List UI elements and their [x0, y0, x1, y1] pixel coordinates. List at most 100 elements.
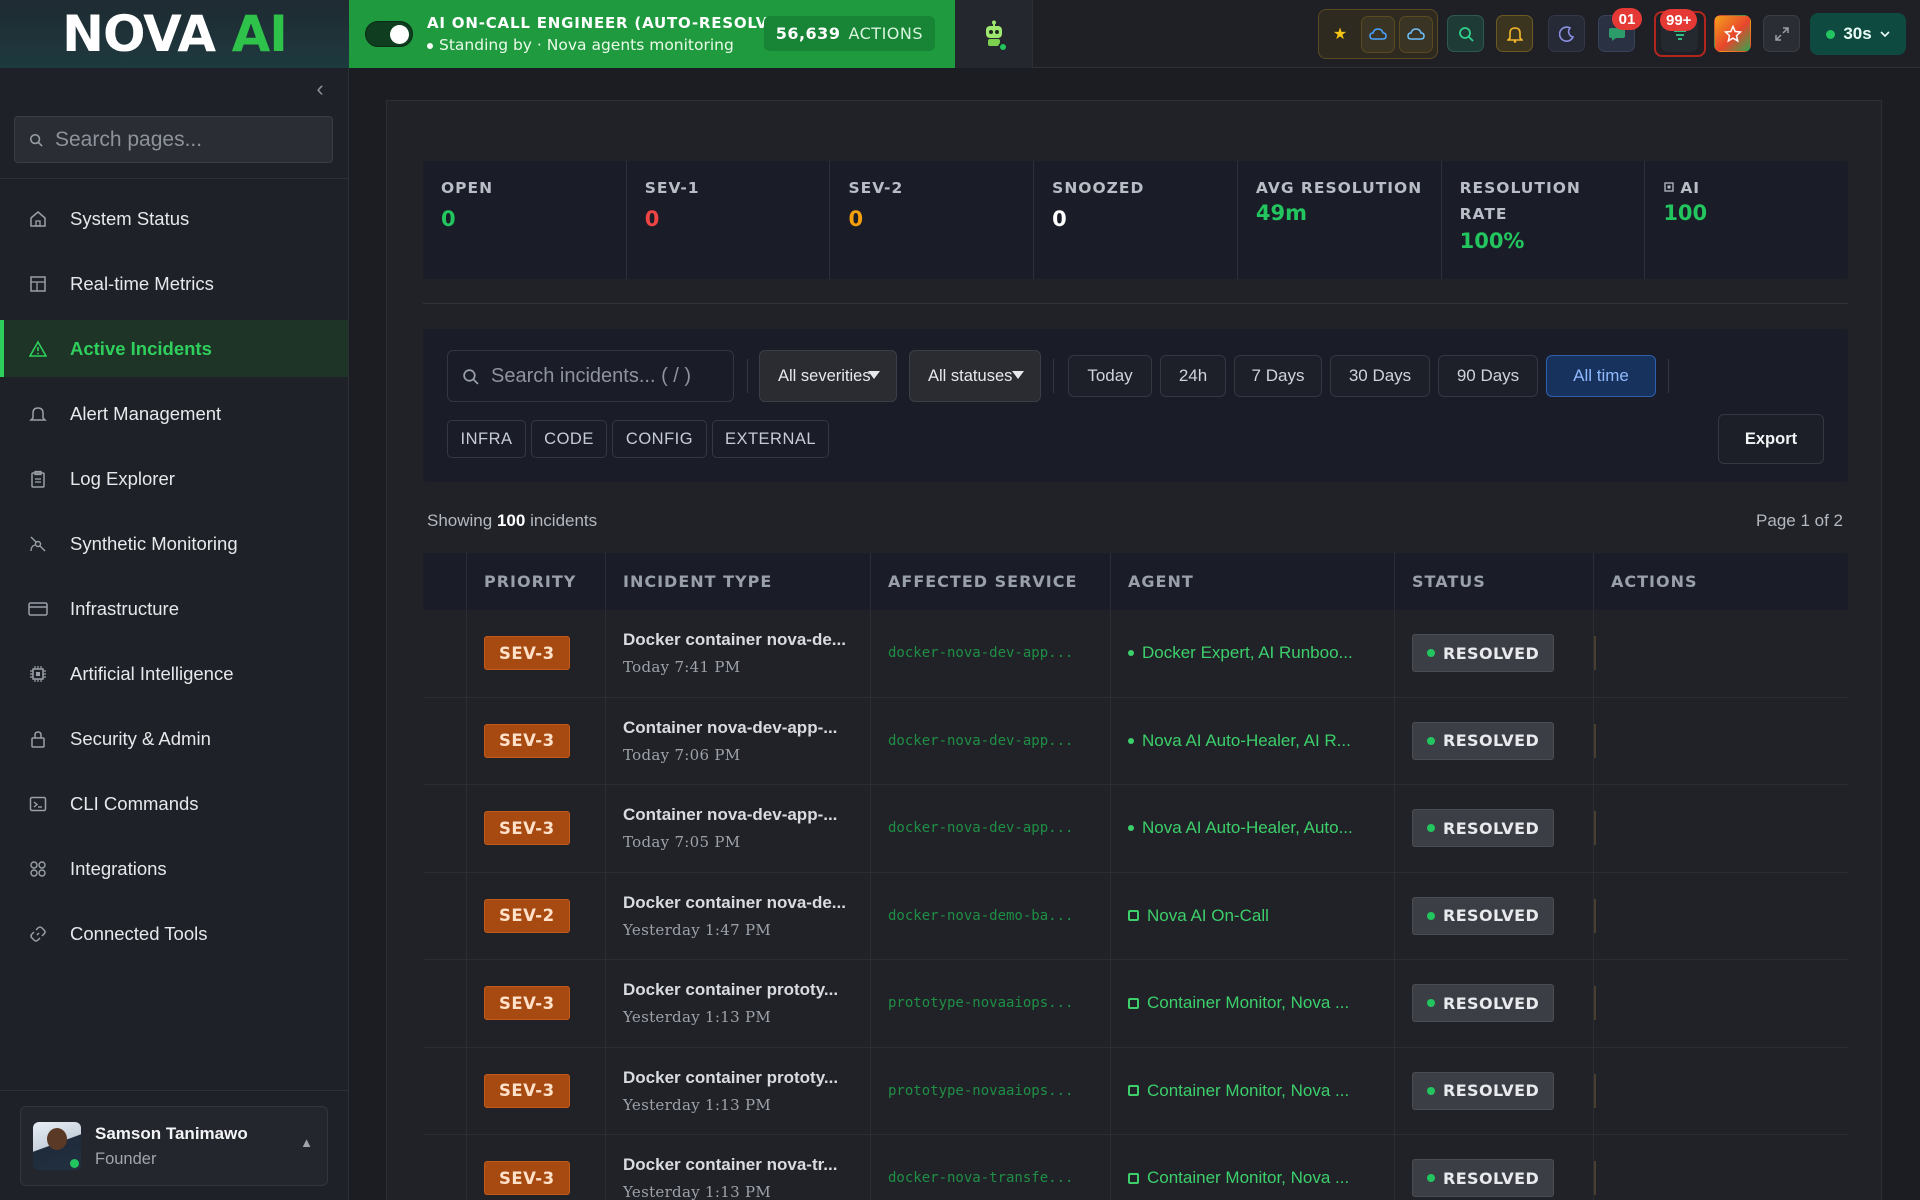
- sidebar-item-real-time-metrics[interactable]: Real-time Metrics: [0, 255, 348, 312]
- incident-type-cell[interactable]: Docker container prototy... Yesterday 1:1…: [606, 960, 871, 1047]
- status-cell: RESOLVED: [1395, 1135, 1594, 1200]
- sidebar-item-synthetic-monitoring[interactable]: Synthetic Monitoring: [0, 515, 348, 572]
- auto-resolve-toggle[interactable]: [365, 21, 413, 47]
- page-indicator: Page 1 of 2: [1756, 511, 1843, 530]
- incident-type-cell[interactable]: Docker container prototy... Yesterday 1:1…: [606, 1047, 871, 1134]
- star-icon[interactable]: [1714, 15, 1751, 52]
- affected-service-cell: docker-nova-dev-app...: [871, 785, 1111, 872]
- filter-bar: All severities All statuses Today 24h 7 …: [423, 329, 1848, 482]
- incident-type-cell[interactable]: Container nova-dev-app-... Today 7:06 PM: [606, 697, 871, 784]
- row-select-cell[interactable]: [423, 872, 467, 959]
- category-config[interactable]: CONFIG: [612, 420, 707, 458]
- incident-type-cell[interactable]: Container nova-dev-app-... Today 7:05 PM: [606, 785, 871, 872]
- row-select-cell[interactable]: [423, 785, 467, 872]
- table-row[interactable]: SEV-3 Docker container nova-de... Today 7:…: [423, 610, 1848, 698]
- sidebar-item-cli-commands[interactable]: CLI Commands: [0, 775, 348, 832]
- refresh-interval-select[interactable]: 30s: [1810, 13, 1906, 55]
- sidebar-item-alert-management[interactable]: Alert Management: [0, 385, 348, 442]
- actions-cell[interactable]: [1594, 610, 1848, 697]
- sidebar-item-connected-tools[interactable]: Connected Tools: [0, 905, 348, 962]
- table-row[interactable]: SEV-3 Docker container nova-tr... Yesterda…: [423, 1135, 1848, 1200]
- actions-cell[interactable]: [1594, 960, 1848, 1047]
- incident-type-cell[interactable]: Docker container nova-tr... Yesterday 1:1…: [606, 1135, 871, 1200]
- sidebar-item-log-explorer[interactable]: Log Explorer: [0, 450, 348, 507]
- incident-title: Docker container nova-de...: [623, 630, 846, 650]
- cloud-icon[interactable]: [1361, 15, 1395, 53]
- column-header-agent[interactable]: AGENT: [1111, 553, 1395, 610]
- stat-value: 100%: [1459, 229, 1525, 253]
- page-search-input[interactable]: [55, 127, 315, 152]
- severity-select[interactable]: All severities: [759, 350, 897, 402]
- range-7-days[interactable]: 7 Days: [1234, 355, 1322, 397]
- table-row[interactable]: SEV-3 Docker container prototy... Yesterda…: [423, 1047, 1848, 1135]
- sidebar-item-system-status[interactable]: System Status: [0, 190, 348, 247]
- stat-value: 0: [1052, 207, 1067, 231]
- column-header-priority[interactable]: PRIORITY: [467, 553, 606, 610]
- table-row[interactable]: SEV-2 Docker container nova-de... Yesterda…: [423, 872, 1848, 960]
- agent-name: Docker Expert, AI Runboo...: [1142, 643, 1353, 663]
- row-select-cell[interactable]: [423, 697, 467, 784]
- agent-cell: Container Monitor, Nova ...: [1111, 960, 1395, 1047]
- actions-cell[interactable]: [1594, 698, 1848, 785]
- range-90-days[interactable]: 90 Days: [1438, 355, 1538, 397]
- moon-icon[interactable]: [1548, 15, 1585, 52]
- incident-search-input[interactable]: [491, 364, 721, 388]
- sidebar-item-security-admin[interactable]: Security & Admin: [0, 710, 348, 767]
- stat-value: 49m: [1255, 201, 1307, 225]
- column-header-affected-service[interactable]: AFFECTED SERVICE: [871, 553, 1111, 610]
- row-select-cell[interactable]: [423, 1047, 467, 1134]
- cloud-icon[interactable]: [1399, 15, 1433, 53]
- table-row[interactable]: SEV-3 Container nova-dev-app-... Today 7:0…: [423, 697, 1848, 785]
- page-search: [14, 116, 333, 163]
- home-icon: [28, 209, 48, 229]
- messages-badge: 01: [1612, 8, 1642, 30]
- incident-type-cell[interactable]: Docker container nova-de... Today 7:41 PM: [606, 610, 871, 697]
- status-badge: RESOLVED: [1412, 634, 1555, 673]
- alerts-button[interactable]: 99+: [1654, 9, 1706, 57]
- table-row[interactable]: SEV-3 Container nova-dev-app-... Today 7:0…: [423, 785, 1848, 873]
- sidebar-item-active-incidents[interactable]: Active Incidents: [0, 320, 348, 377]
- incident-type-cell[interactable]: Docker container nova-de... Yesterday 1:4…: [606, 872, 871, 959]
- row-select-cell[interactable]: [423, 960, 467, 1047]
- range-24h[interactable]: 24h: [1160, 355, 1226, 397]
- status-select[interactable]: All statuses: [909, 350, 1041, 402]
- actions-cell[interactable]: [1594, 1048, 1848, 1135]
- column-header-incident-type[interactable]: INCIDENT TYPE: [606, 553, 871, 610]
- category-infra[interactable]: INFRA: [447, 420, 526, 458]
- sidebar-item-artificial-intelligence[interactable]: Artificial Intelligence: [0, 645, 348, 702]
- logo[interactable]: NOVA AI: [0, 0, 349, 68]
- column-header-status[interactable]: STATUS: [1395, 553, 1594, 610]
- actions-cell[interactable]: [1594, 873, 1848, 960]
- actions-counter[interactable]: 56,639 ACTIONS: [763, 16, 935, 51]
- stat-ai: AI 100: [1645, 161, 1848, 279]
- messages-button[interactable]: 01: [1598, 8, 1644, 55]
- actions-cell[interactable]: [1594, 785, 1848, 872]
- star-icon[interactable]: ★: [1323, 16, 1357, 53]
- row-select-cell[interactable]: [423, 1135, 467, 1200]
- user-profile-card[interactable]: Samson Tanimawo Founder ▲: [20, 1106, 328, 1186]
- expand-icon[interactable]: [1763, 15, 1800, 52]
- sidebar-item-label: Security & Admin: [70, 727, 211, 749]
- bell-icon[interactable]: [1496, 15, 1533, 52]
- table-row[interactable]: SEV-3 Docker container prototy... Yesterda…: [423, 960, 1848, 1048]
- category-external[interactable]: EXTERNAL: [712, 420, 829, 458]
- agent-dot-icon: [1128, 650, 1134, 657]
- range-today[interactable]: Today: [1068, 355, 1152, 397]
- actions-cell[interactable]: [1594, 1135, 1848, 1200]
- oncall-banner: AI ON-CALL ENGINEER (AUTO-RESOLVE) Stand…: [349, 0, 955, 68]
- search-icon[interactable]: [1447, 15, 1484, 52]
- caret-up-icon[interactable]: ▲: [300, 1135, 313, 1150]
- category-code[interactable]: CODE: [531, 420, 607, 458]
- sidebar-item-infrastructure[interactable]: Infrastructure: [0, 580, 348, 637]
- agent-cell: Container Monitor, Nova ...: [1111, 1047, 1395, 1134]
- agent-name: Nova AI On-Call: [1147, 905, 1269, 925]
- agent-cell: Nova AI Auto-Healer, AI R...: [1111, 697, 1395, 784]
- sidebar-item-integrations[interactable]: Integrations: [0, 840, 348, 897]
- range-all-time[interactable]: All time: [1546, 355, 1656, 397]
- export-button[interactable]: Export: [1718, 414, 1824, 464]
- row-select-cell[interactable]: [423, 610, 467, 697]
- collapse-sidebar-icon[interactable]: ‹: [308, 78, 332, 102]
- incident-time: Yesterday 1:13 PM: [623, 1095, 772, 1114]
- ai-agent-button[interactable]: [955, 0, 1033, 68]
- range-30-days[interactable]: 30 Days: [1330, 355, 1430, 397]
